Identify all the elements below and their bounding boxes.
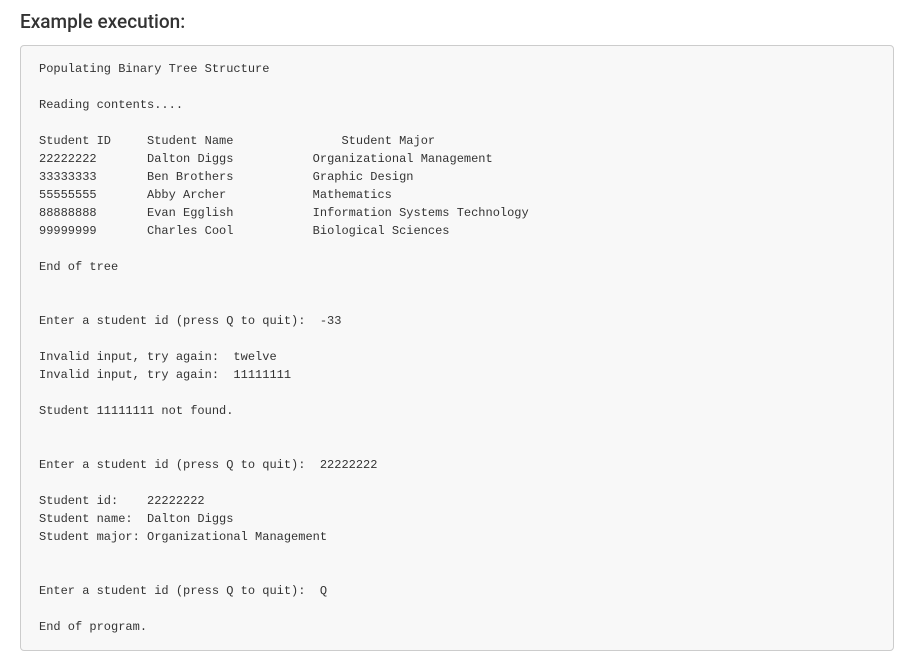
line-end-tree: End of tree xyxy=(39,260,118,274)
row-major: Graphic Design xyxy=(313,170,414,184)
row-name: Evan Egglish xyxy=(147,206,233,220)
row-name: Charles Cool xyxy=(147,224,233,238)
line-prompt: Enter a student id (press Q to quit): 22… xyxy=(39,458,377,472)
row-name: Dalton Diggs xyxy=(147,152,233,166)
row-id: 22222222 xyxy=(39,152,97,166)
line-notfound: Student 11111111 not found. xyxy=(39,404,233,418)
row-major: Information Systems Technology xyxy=(313,206,529,220)
row-id: 88888888 xyxy=(39,206,97,220)
line-populating: Populating Binary Tree Structure xyxy=(39,62,269,76)
line-prompt: Enter a student id (press Q to quit): -3… xyxy=(39,314,341,328)
row-name: Abby Archer xyxy=(147,188,226,202)
row-major: Biological Sciences xyxy=(313,224,450,238)
line-result-id: Student id: 22222222 xyxy=(39,494,205,508)
line-result-major: Student major: Organizational Management xyxy=(39,530,327,544)
line-reading: Reading contents.... xyxy=(39,98,183,112)
row-major: Organizational Management xyxy=(313,152,493,166)
row-name: Ben Brothers xyxy=(147,170,233,184)
line-invalid: Invalid input, try again: twelve xyxy=(39,350,277,364)
section-heading: Example execution: xyxy=(20,10,894,33)
line-invalid: Invalid input, try again: 11111111 xyxy=(39,368,291,382)
table-header-id: Student ID xyxy=(39,134,111,148)
console-output-block: Populating Binary Tree Structure Reading… xyxy=(20,45,894,651)
line-result-name: Student name: Dalton Diggs xyxy=(39,512,233,526)
row-id: 55555555 xyxy=(39,188,97,202)
row-id: 33333333 xyxy=(39,170,97,184)
row-id: 99999999 xyxy=(39,224,97,238)
row-major: Mathematics xyxy=(313,188,392,202)
table-header-major: Student Major xyxy=(341,134,435,148)
table-header-name: Student Name xyxy=(147,134,233,148)
line-end-program: End of program. xyxy=(39,620,147,634)
line-prompt: Enter a student id (press Q to quit): Q xyxy=(39,584,327,598)
